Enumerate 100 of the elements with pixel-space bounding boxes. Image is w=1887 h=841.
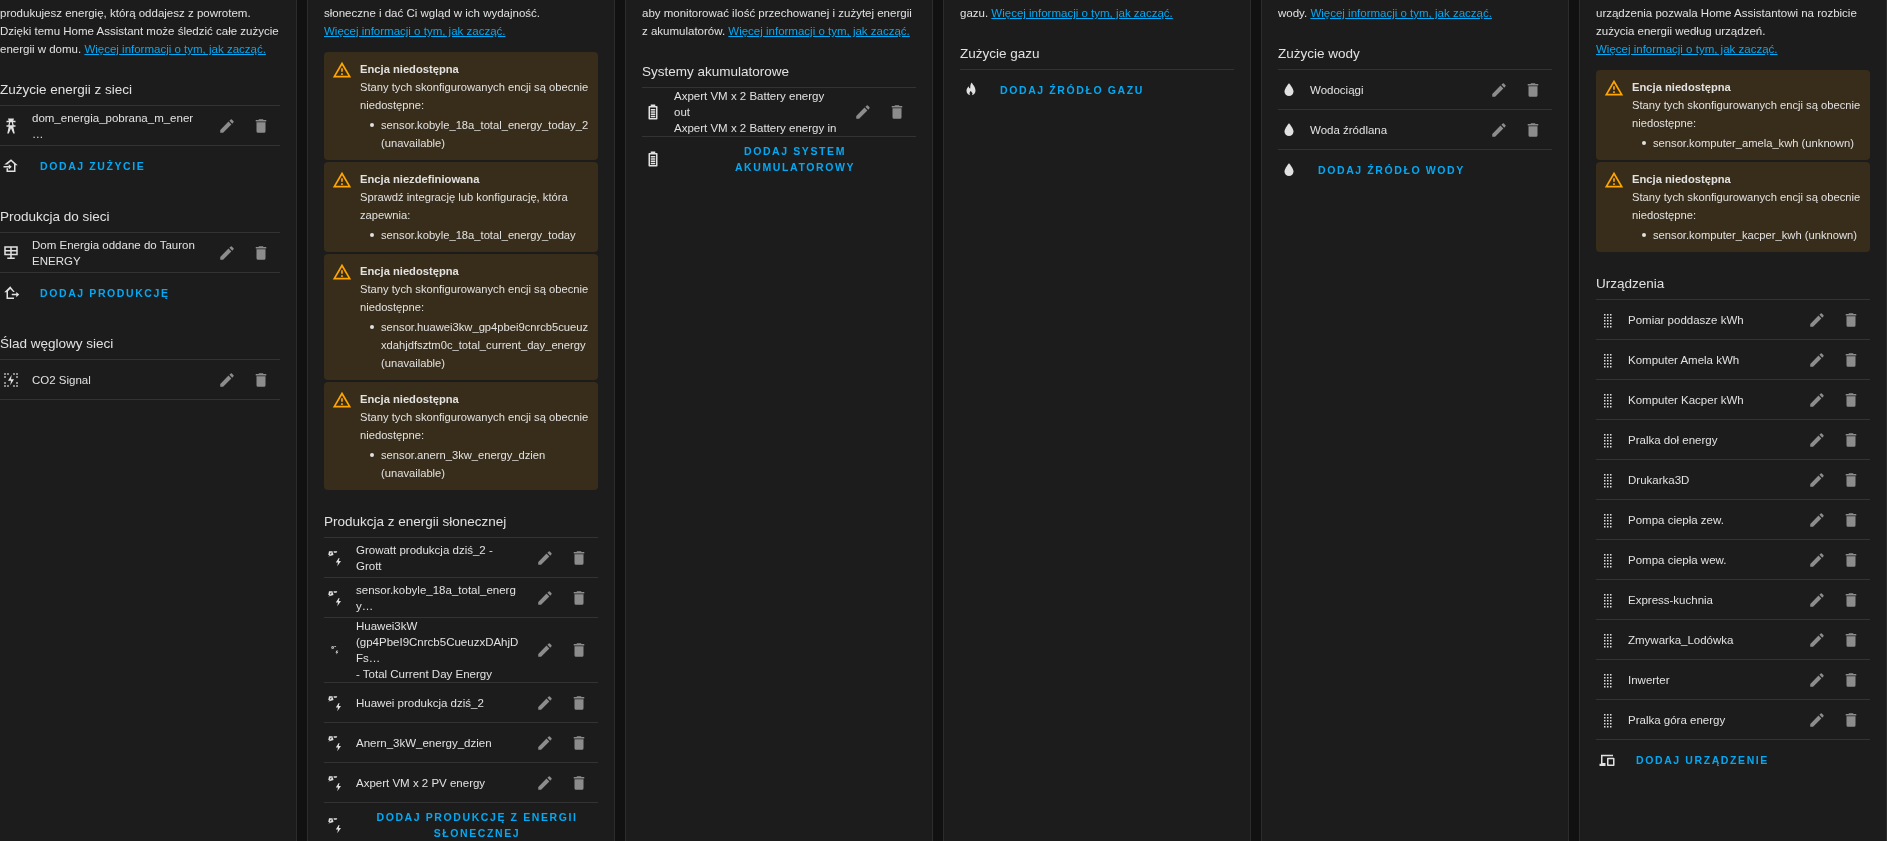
add-button[interactable]: DODAJ SYSTEM AKUMULATOROWY — [674, 137, 916, 181]
pencil-icon — [536, 548, 554, 567]
source-name: Pompa ciepła wew. — [1628, 552, 1728, 568]
pencil-icon — [218, 116, 236, 135]
edit-button[interactable] — [1808, 310, 1826, 329]
add-button[interactable]: DODAJ ZUŻYCIE — [32, 151, 154, 180]
add-button[interactable]: DODAJ ŹRÓDŁO GAZU — [992, 75, 1152, 104]
add-button[interactable]: DODAJ PRODUKCJĘ Z ENERGII SŁONECZNEJ — [356, 803, 598, 841]
source-name: Inwerter — [1628, 672, 1671, 688]
edit-button[interactable] — [1490, 120, 1508, 139]
bullet-dot — [370, 325, 374, 329]
bullet-dot — [370, 453, 374, 457]
dotted-lightning-icon — [2, 370, 20, 389]
edit-button[interactable] — [536, 548, 554, 567]
edit-button[interactable] — [536, 588, 554, 607]
source-name: Pralka góra energy — [1628, 712, 1727, 728]
entity-list-item: sensor.kobyle_18a_total_energy_today — [381, 228, 576, 243]
source-name: Komputer Amela kWh — [1628, 352, 1741, 368]
bullet-dot — [1642, 141, 1646, 145]
source-name: Express-kuchnia — [1628, 592, 1714, 608]
alert-title: Encja niedostępna — [1632, 172, 1732, 187]
alert-title: Encja niezdefiniowana — [360, 172, 481, 187]
edit-button[interactable] — [854, 103, 872, 121]
edit-button[interactable] — [218, 370, 236, 389]
edit-button[interactable] — [1808, 630, 1826, 649]
solar-lightning-icon — [326, 588, 344, 607]
edit-button[interactable] — [1808, 710, 1826, 729]
pencil-icon — [1490, 120, 1508, 139]
source-name: Zmywarka_Lodówka — [1628, 632, 1735, 648]
solar-lightning-icon — [326, 693, 344, 712]
section-heading: Zużycie energii z sieci — [0, 78, 280, 106]
edit-button[interactable] — [536, 773, 554, 792]
alert-message: Stany tych skonfigurowanych encji są obecnie niedostępne: — [360, 282, 590, 315]
add-button[interactable]: DODAJ ŹRÓDŁO WODY — [1310, 155, 1473, 184]
help-link[interactable]: Więcej informacji o tym, jak zacząć. — [324, 25, 506, 37]
edit-button[interactable] — [1808, 430, 1826, 449]
alert-title: Encja niedostępna — [360, 264, 460, 279]
source-name: sensor.kobyle_18a_total_energy… — [356, 582, 517, 614]
edit-button[interactable] — [1808, 670, 1826, 689]
edit-button[interactable] — [218, 243, 236, 262]
edit-button[interactable] — [1808, 510, 1826, 529]
pencil-icon — [536, 773, 554, 792]
edit-button[interactable] — [1808, 550, 1826, 569]
source-name: Pomiar poddasze kWh — [1628, 312, 1745, 328]
edit-button[interactable] — [1808, 470, 1826, 489]
alert-title: Encja niedostępna — [1632, 80, 1732, 95]
section-heading: Zużycie wody — [1278, 42, 1552, 70]
entity-list-item: sensor.komputer_kacper_kwh (unknown) — [1653, 228, 1857, 243]
edit-button[interactable] — [1808, 590, 1826, 609]
warning-icon — [332, 262, 352, 282]
edit-button[interactable] — [1490, 80, 1508, 99]
pencil-icon — [1808, 670, 1826, 689]
entity-list-item: sensor.kobyle_18a_total_energy_today_2 (unavailable) — [381, 118, 590, 151]
pencil-icon — [1808, 510, 1826, 529]
pencil-icon — [1808, 430, 1826, 449]
help-link[interactable]: Więcej informacji o tym, jak zacząć. — [1310, 7, 1492, 19]
help-link[interactable]: Więcej informacji o tym, jak zacząć. — [728, 25, 910, 37]
intro-text: gazu. Więcej informacji o tym, jak zacząć. — [960, 6, 1174, 21]
entity-list-item: sensor.huawei3kw_gp4pbei9cnrcb5cueuzxdahjdfsztm0c_total_current_day_energy (unavailable) — [381, 320, 590, 371]
pencil-icon — [536, 588, 554, 607]
alert-message: Stany tych skonfigurowanych encji są obecnie niedostępne: — [360, 410, 590, 443]
pencil-icon — [1808, 350, 1826, 369]
bullet-dot — [370, 233, 374, 237]
source-name: Huawei3kW (gp4PbeI9Cnrcb5CueuzxDAhjDFs… - Total Current Day Energy — [356, 619, 520, 682]
pencil-icon — [1808, 310, 1826, 329]
source-name: Anern_3kW_energy_dzien — [356, 735, 493, 751]
solar-lightning-icon — [326, 548, 344, 567]
add-button[interactable]: DODAJ URZĄDZENIE — [1628, 745, 1777, 774]
pencil-icon — [1808, 550, 1826, 569]
solar-lightning-icon — [326, 733, 344, 752]
alert-title: Encja niedostępna — [360, 62, 460, 77]
add-button[interactable]: DODAJ PRODUKCJĘ — [32, 278, 178, 307]
section-heading: Produkcja do sieci — [0, 205, 280, 233]
pencil-icon — [1808, 590, 1826, 609]
edit-button[interactable] — [536, 733, 554, 752]
alert-title: Encja niedostępna — [360, 392, 460, 407]
entity-list-item: sensor.anern_3kw_energy_dzien (unavailable) — [381, 448, 547, 481]
edit-button[interactable] — [1808, 390, 1826, 409]
alert-message: Stany tych skonfigurowanych encji są obecnie niedostępne: — [1632, 190, 1862, 223]
edit-button[interactable] — [218, 116, 236, 135]
source-name: Dom Energia oddane do Tauron ENERGY — [32, 237, 196, 269]
pencil-icon — [1808, 470, 1826, 489]
source-name: dom_energia_pobrana_m_ener… — [32, 110, 195, 142]
solar-panel-icon — [2, 243, 20, 262]
help-link[interactable]: Więcej informacji o tym, jak zacząć. — [1596, 43, 1778, 55]
source-name: Axpert VM x 2 PV energy — [356, 775, 487, 791]
section-heading: Produkcja z energii słonecznej — [324, 510, 598, 538]
alert-message: Stany tych skonfigurowanych encji są obecnie niedostępne: — [1632, 98, 1862, 131]
pencil-icon — [1808, 390, 1826, 409]
entity-list-item: sensor.komputer_amela_kwh (unknown) — [1653, 136, 1854, 151]
help-link[interactable]: Więcej informacji o tym, jak zacząć. — [991, 7, 1173, 19]
section-heading: Ślad węglowy sieci — [0, 332, 280, 360]
warning-icon — [332, 170, 352, 190]
intro-text: aby monitorować ilość przechowanej i zużytej energii z akumulatorów. Więcej informacji o tym, jak zacząć. — [642, 6, 913, 39]
pencil-icon — [854, 103, 872, 121]
edit-button[interactable] — [1808, 350, 1826, 369]
edit-button[interactable] — [536, 641, 554, 659]
pencil-icon — [536, 693, 554, 712]
edit-button[interactable] — [536, 693, 554, 712]
help-link[interactable]: Więcej informacji o tym, jak zacząć. — [84, 43, 266, 55]
